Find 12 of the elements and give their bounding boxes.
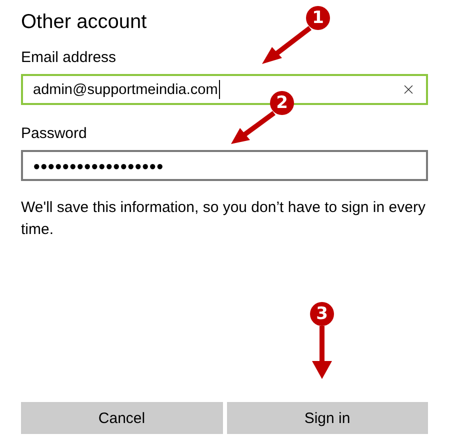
field-label: Password (21, 125, 87, 143)
field-label: Email address (21, 49, 116, 67)
dialog-title: Other account (21, 10, 147, 34)
arrow-drawing (312, 326, 332, 379)
arrow-drawing (231, 110, 276, 144)
arrow-drawing (262, 26, 312, 64)
password-field[interactable]: ●●●●●●●●●●●●●●●●●● (21, 150, 428, 181)
info-text: We'll save this information, so you don’t have to sign in every time. (21, 198, 426, 240)
step-badge: 3 (310, 302, 334, 326)
cancel-button[interactable]: Cancel (21, 402, 222, 434)
sign-in-button[interactable]: Sign in (226, 402, 428, 434)
step-badge: 1 (306, 6, 330, 30)
